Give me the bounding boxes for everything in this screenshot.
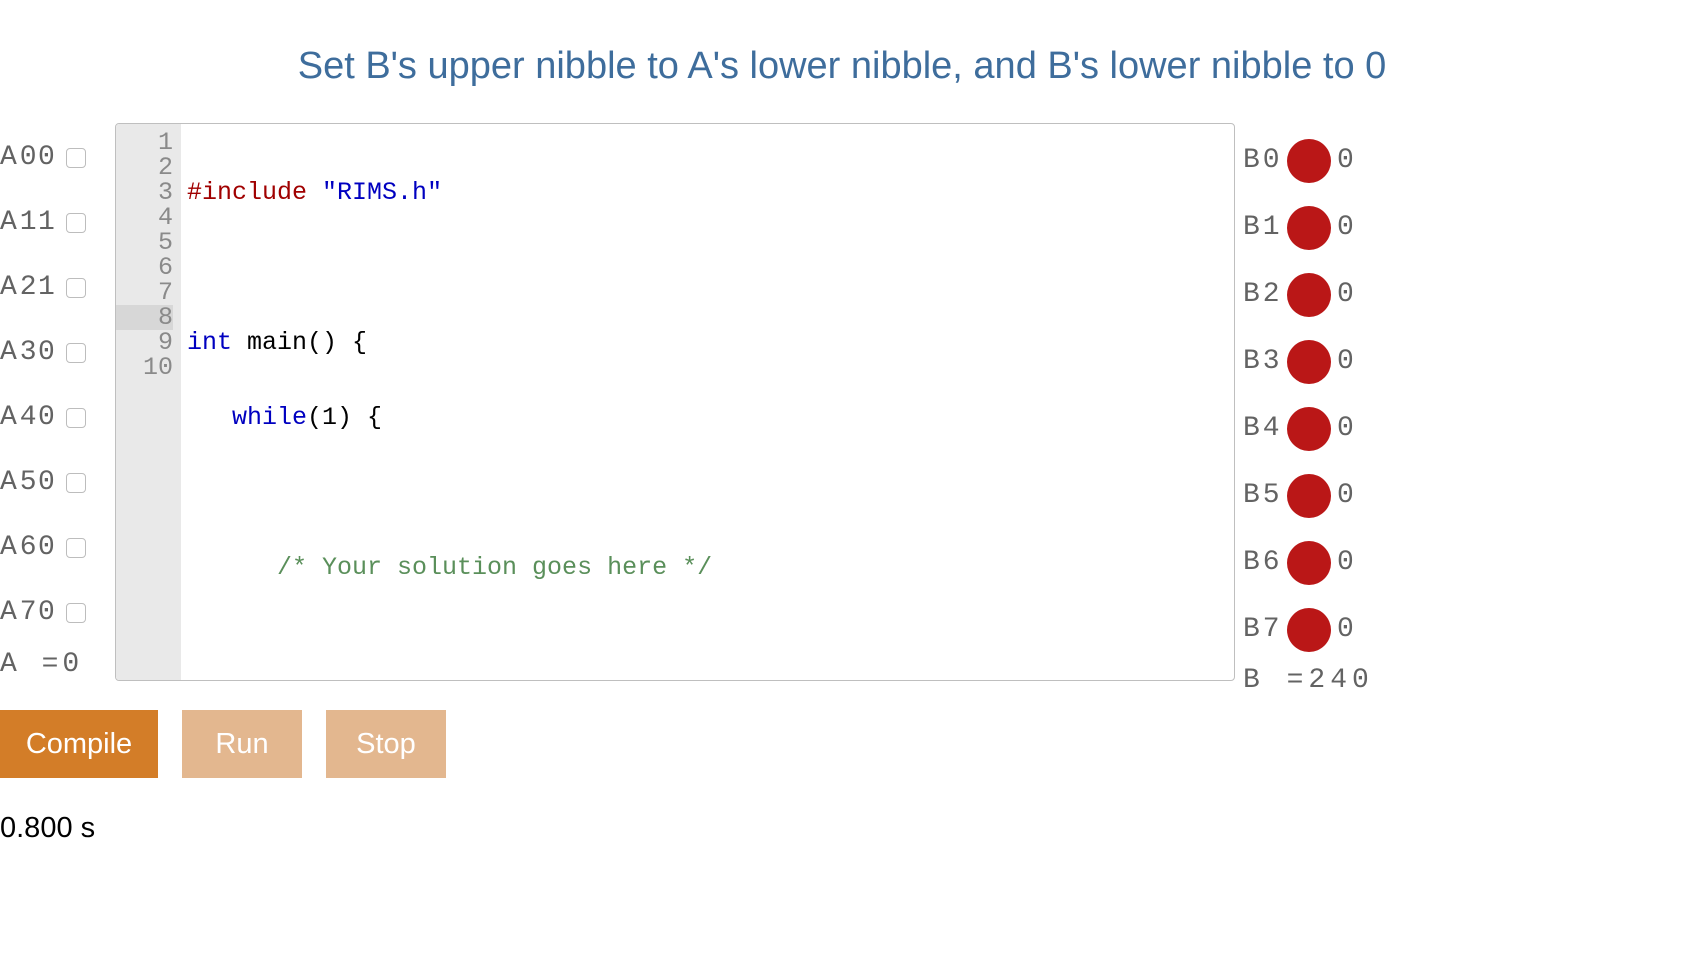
- led-icon: [1287, 474, 1331, 518]
- output-label: B3: [1243, 346, 1287, 377]
- output-value: 0: [1337, 547, 1363, 578]
- output-value: 0: [1337, 480, 1363, 511]
- input-row-a2: A2 1: [0, 255, 115, 320]
- output-label: B5: [1243, 480, 1287, 511]
- input-checkbox-a7[interactable]: [66, 603, 86, 623]
- input-value: 0: [38, 337, 66, 368]
- input-total-value: 0: [62, 649, 83, 680]
- output-row-b0: B0 0: [1243, 127, 1374, 194]
- button-bar: Compile Run Stop: [0, 710, 1684, 778]
- line-number: 8: [116, 305, 173, 330]
- input-value: 0: [38, 467, 66, 498]
- input-checkbox-a6[interactable]: [66, 538, 86, 558]
- input-row-a4: A4 0: [0, 385, 115, 450]
- led-icon: [1287, 541, 1331, 585]
- output-row-b2: B2 0: [1243, 261, 1374, 328]
- output-value: 0: [1337, 279, 1363, 310]
- output-label: B7: [1243, 614, 1287, 645]
- output-row-b7: B7 0: [1243, 596, 1374, 663]
- output-total-label: B =: [1243, 665, 1308, 696]
- input-label: A7: [0, 597, 38, 628]
- stop-button[interactable]: Stop: [326, 710, 446, 778]
- token-include: #include: [187, 178, 307, 207]
- output-total: B = 240: [1243, 665, 1374, 696]
- output-total-value: 240: [1308, 665, 1373, 696]
- line-number: 1: [116, 130, 173, 155]
- input-value: 1: [38, 207, 66, 238]
- input-value: 0: [38, 402, 66, 433]
- input-total-label: A =: [0, 649, 62, 680]
- run-button[interactable]: Run: [182, 710, 302, 778]
- output-label: B4: [1243, 413, 1287, 444]
- input-label: A5: [0, 467, 38, 498]
- line-number: 6: [116, 255, 173, 280]
- token-plain: main() {: [232, 328, 367, 357]
- inputs-panel: A0 0 A1 1 A2 1 A3 0 A4 0 A5 0: [0, 123, 115, 680]
- input-checkbox-a5[interactable]: [66, 473, 86, 493]
- line-number: 7: [116, 280, 173, 305]
- input-value: 0: [38, 597, 66, 628]
- code-area[interactable]: #include "RIMS.h" int main() { while(1) …: [181, 124, 1234, 680]
- output-value: 0: [1337, 346, 1363, 377]
- compile-button[interactable]: Compile: [0, 710, 158, 778]
- output-value: 0: [1337, 614, 1363, 645]
- output-label: B1: [1243, 212, 1287, 243]
- output-label: B2: [1243, 279, 1287, 310]
- input-checkbox-a1[interactable]: [66, 213, 86, 233]
- token-comment: /* Your solution goes here */: [277, 553, 712, 582]
- led-icon: [1287, 608, 1331, 652]
- input-checkbox-a4[interactable]: [66, 408, 86, 428]
- input-label: A0: [0, 142, 38, 173]
- input-value: 1: [38, 272, 66, 303]
- output-row-b1: B1 0: [1243, 194, 1374, 261]
- input-value: 0: [38, 142, 66, 173]
- line-number: 4: [116, 205, 173, 230]
- token-plain: (1) {: [307, 403, 382, 432]
- line-number: 3: [116, 180, 173, 205]
- elapsed-time: 0.800 s: [0, 812, 1684, 845]
- input-row-a0: A0 0: [0, 125, 115, 190]
- code-editor[interactable]: 1 2 3 4 5 6 7 8 9 10 #include "RIMS.h" i…: [115, 123, 1235, 681]
- line-number: 5: [116, 230, 173, 255]
- input-label: A3: [0, 337, 38, 368]
- output-label: B6: [1243, 547, 1287, 578]
- token-while: while: [232, 403, 307, 432]
- input-total: A = 0: [0, 649, 115, 680]
- token-type: int: [187, 328, 232, 357]
- led-icon: [1287, 206, 1331, 250]
- led-icon: [1287, 407, 1331, 451]
- input-row-a7: A7 0: [0, 580, 115, 645]
- outputs-panel: B0 0 B1 0 B2 0 B3 0 B4 0 B5 0: [1243, 123, 1374, 696]
- line-number: 10: [116, 355, 173, 380]
- line-number: 9: [116, 330, 173, 355]
- input-label: A6: [0, 532, 38, 563]
- line-number-gutter: 1 2 3 4 5 6 7 8 9 10: [116, 124, 181, 680]
- output-label: B0: [1243, 145, 1287, 176]
- output-row-b5: B5 0: [1243, 462, 1374, 529]
- output-row-b6: B6 0: [1243, 529, 1374, 596]
- input-label: A1: [0, 207, 38, 238]
- output-row-b3: B3 0: [1243, 328, 1374, 395]
- output-value: 0: [1337, 413, 1363, 444]
- input-checkbox-a3[interactable]: [66, 343, 86, 363]
- input-row-a5: A5 0: [0, 450, 115, 515]
- token-string: "RIMS.h": [322, 178, 442, 207]
- led-icon: [1287, 340, 1331, 384]
- output-value: 0: [1337, 212, 1363, 243]
- input-checkbox-a2[interactable]: [66, 278, 86, 298]
- input-row-a3: A3 0: [0, 320, 115, 385]
- input-label: A4: [0, 402, 38, 433]
- input-row-a1: A1 1: [0, 190, 115, 255]
- input-row-a6: A6 0: [0, 515, 115, 580]
- output-value: 0: [1337, 145, 1363, 176]
- led-icon: [1287, 139, 1331, 183]
- input-label: A2: [0, 272, 38, 303]
- line-number: 2: [116, 155, 173, 180]
- input-value: 0: [38, 532, 66, 563]
- led-icon: [1287, 273, 1331, 317]
- output-row-b4: B4 0: [1243, 395, 1374, 462]
- input-checkbox-a0[interactable]: [66, 148, 86, 168]
- problem-title: Set B's upper nibble to A's lower nibble…: [0, 0, 1684, 123]
